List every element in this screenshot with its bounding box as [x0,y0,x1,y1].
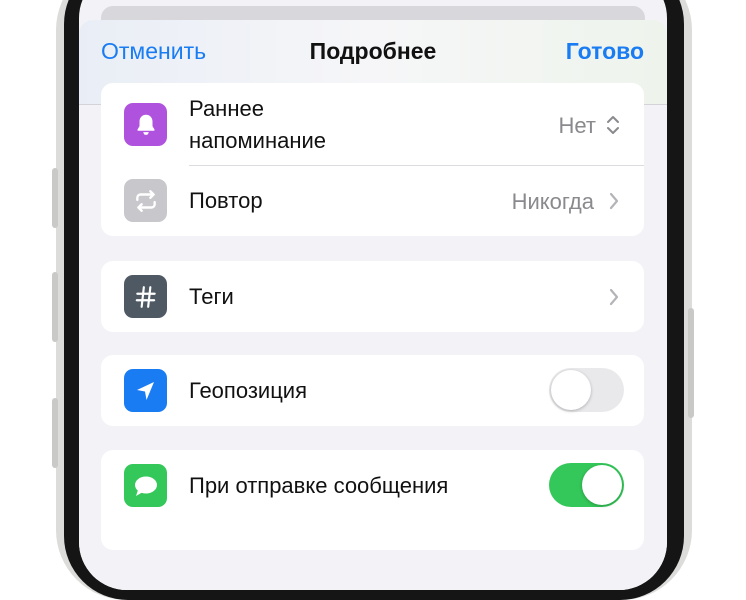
tags-label: Теги [189,284,234,309]
location-group: Геопозиция [101,355,644,426]
messaging-group: При отправке сообщения [101,450,644,550]
tags-row[interactable]: Теги [101,261,644,332]
repeat-value: Никогда [511,189,594,214]
location-toggle[interactable] [549,368,624,412]
early-reminder-value: Нет [558,113,596,138]
chevron-right-icon [609,192,619,210]
location-row: Геопозиция [101,355,644,426]
chevron-right-icon [609,288,619,306]
early-reminder-label: Раннее напоминание [189,96,327,153]
repeat-icon [124,179,167,222]
done-button[interactable]: Готово [566,38,644,65]
hashtag-icon [124,275,167,318]
tags-group: Теги [101,261,644,332]
reminder-group: Раннее напоминание Нет Повтор Никогда [101,83,644,236]
location-arrow-icon [124,369,167,412]
repeat-label: Повтор [189,188,263,213]
screen: Отменить Подробнее Готово Раннее напомин… [79,0,667,590]
side-button-volume-up [52,272,58,342]
side-button-volume-down [52,398,58,468]
message-bubble-icon [124,464,167,507]
repeat-row[interactable]: Повтор Никогда [101,165,644,236]
details-sheet: Отменить Подробнее Готово Раннее напомин… [79,20,667,590]
messaging-row: При отправке сообщения [101,450,644,521]
messaging-label: При отправке сообщения [189,473,449,498]
early-reminder-row[interactable]: Раннее напоминание Нет [101,83,644,165]
side-button-power [688,308,694,418]
location-label: Геопозиция [189,378,307,403]
messaging-toggle[interactable] [549,463,624,507]
updown-chevron-icon [607,116,619,134]
bell-icon [124,103,167,146]
side-button-silent [52,168,58,228]
toggle-knob [582,465,622,505]
toggle-knob [551,370,591,410]
